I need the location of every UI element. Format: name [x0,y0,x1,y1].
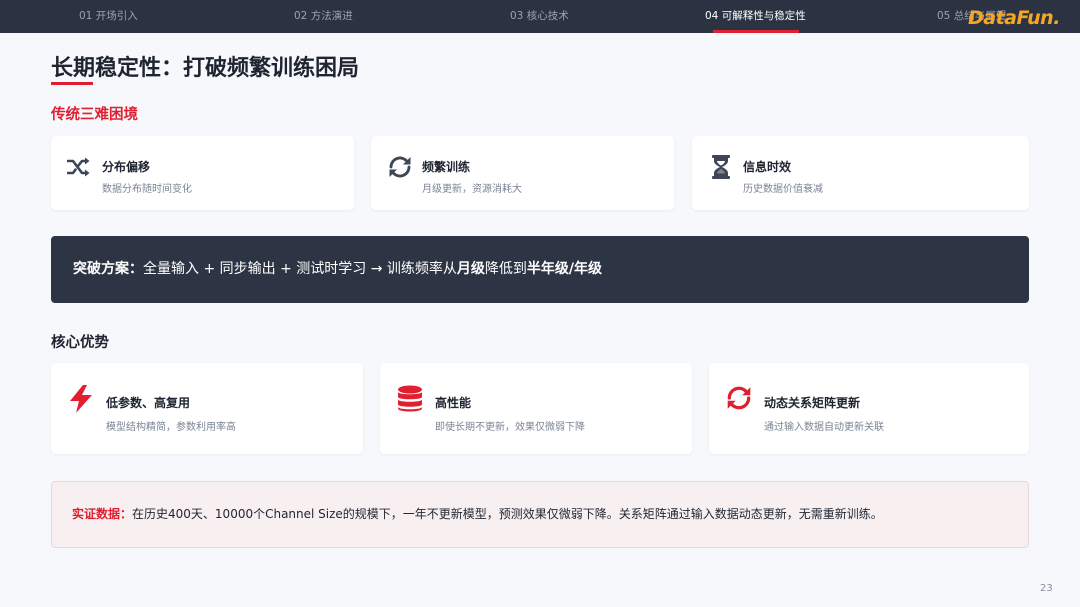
card-description: 数据分布随时间变化 [102,184,192,195]
card-description: 即使长期不更新，效果仅微弱下降 [435,422,585,433]
card-title: 分布偏移 [102,160,151,174]
card-title: 高性能 [435,396,472,410]
evidence-text: 在历史400天、10000个Channel Size的规模下，一年不更新模型，预… [132,507,883,521]
hourglass-icon [712,155,730,179]
logo-text: DataFun. [968,7,1060,29]
tab-interpretability-stability[interactable]: 04 可解释性与稳定性 [705,0,806,33]
active-tab-indicator [713,30,799,33]
problem-card-information-timeliness: 信息时效 历史数据价值衰减 [692,136,1029,210]
banner-text-2: 降低到 [484,261,527,277]
card-description: 历史数据价值衰减 [743,184,823,195]
problem-card-distribution-shift: 分布偏移 数据分布随时间变化 [51,136,354,210]
title-underline [51,82,93,85]
tab-method-evolution[interactable]: 02 方法演进 [294,0,353,33]
database-icon [398,385,422,412]
card-title: 低参数、高复用 [106,396,191,410]
problem-card-frequent-training: 频繁训练 月级更新，资源消耗大 [371,136,674,210]
evidence-box: 实证数据：在历史400天、10000个Channel Size的规模下，一年不更… [51,481,1029,548]
section-heading-advantages: 核心优势 [51,335,109,351]
card-description: 月级更新，资源消耗大 [422,184,522,195]
banner-lead: 突破方案： [73,261,143,277]
shuffle-icon [67,157,90,177]
card-description: 通过输入数据自动更新关联 [764,422,884,433]
card-description: 模型结构精简，参数利用率高 [106,422,236,433]
sync-icon [727,386,751,410]
section-heading-problems: 传统三难困境 [51,107,138,123]
evidence-lead: 实证数据： [72,507,133,521]
card-title: 频繁训练 [422,160,471,174]
refresh-icon [389,156,411,178]
advantage-card-dynamic-matrix: 动态关系矩阵更新 通过输入数据自动更新关联 [709,363,1029,454]
card-title: 动态关系矩阵更新 [764,396,861,410]
page-number: 23 [1040,583,1053,594]
top-navigation: 01 开场引入 02 方法演进 03 核心技术 04 可解释性与稳定性 05 总… [0,0,1080,33]
advantage-card-low-params: 低参数、高复用 模型结构精简，参数利用率高 [51,363,363,454]
banner-bold-1: 月级 [456,261,485,277]
tab-core-technology[interactable]: 03 核心技术 [510,0,569,33]
banner-bold-2: 半年级/年级 [526,261,603,277]
lightning-icon [70,385,92,413]
banner-text-1: 全量输入 + 同步输出 + 测试时学习 → 训练频率从 [143,261,457,277]
card-title: 信息时效 [743,160,792,174]
advantage-card-high-performance: 高性能 即使长期不更新，效果仅微弱下降 [380,363,692,454]
tab-intro[interactable]: 01 开场引入 [79,0,138,33]
page-title: 长期稳定性：打破频繁训练困局 [51,56,360,81]
datafun-logo: DataFun. [968,5,1074,31]
solution-banner: 突破方案：全量输入 + 同步输出 + 测试时学习 → 训练频率从月级降低到半年级… [51,236,1029,303]
